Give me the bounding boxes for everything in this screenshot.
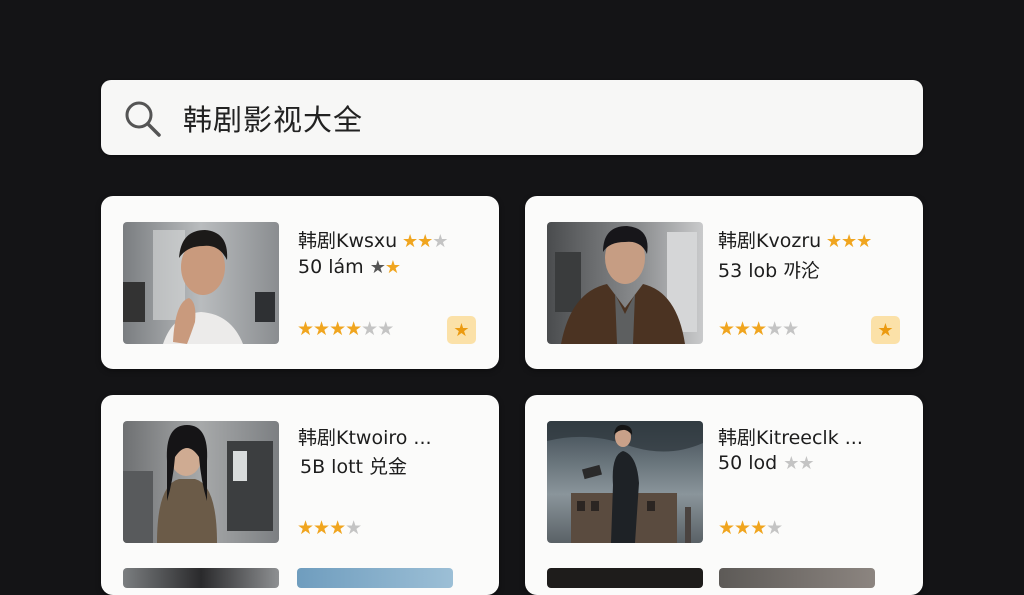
drama-card[interactable]: 韩剧Kwsxu ★★★ 50 lám ★★ ★★★★★★ ★: [101, 196, 499, 369]
drama-title[interactable]: 韩剧Kvozru ★★★: [718, 226, 872, 253]
drama-meta: 5B lott 兑金: [300, 456, 408, 478]
drama-meta: 50 lod ★★: [718, 452, 815, 474]
star-icon: ★★★: [825, 231, 872, 252]
star-rating: ★★★★★: [718, 318, 799, 340]
drama-thumbnail[interactable]: [547, 568, 703, 588]
favorite-star-icon[interactable]: ★: [447, 316, 476, 344]
drama-thumbnail[interactable]: [123, 222, 279, 344]
drama-thumbnail[interactable]: [719, 568, 875, 588]
drama-title[interactable]: 韩剧Kwsxu ★★★: [298, 226, 448, 253]
drama-thumbnail[interactable]: [297, 568, 453, 588]
star-icon: ★: [432, 231, 448, 252]
drama-title[interactable]: 韩剧Ktwoiro ...: [298, 423, 432, 450]
search-icon[interactable]: [122, 98, 164, 140]
star-rating: ★★★★: [718, 517, 783, 539]
drama-card[interactable]: 韩剧Ktwoiro ... 5B lott 兑金 ★★★★: [101, 395, 499, 595]
drama-thumbnail[interactable]: [123, 568, 279, 588]
star-icon: ★★: [783, 453, 814, 474]
drama-title[interactable]: 韩剧Kitreeclk ...: [718, 423, 863, 450]
star-icon: ★: [384, 257, 401, 278]
drama-card[interactable]: 韩剧Kitreeclk ... 50 lod ★★ ★★★★: [525, 395, 923, 595]
drama-meta: 53 lob 꺄沦: [718, 260, 820, 282]
drama-meta: 50 lám ★★: [298, 256, 401, 278]
drama-card[interactable]: 韩剧Kvozru ★★★ 53 lob 꺄沦 ★★★★★ ★: [525, 196, 923, 369]
favorite-star-icon[interactable]: ★: [871, 316, 900, 344]
star-rating: ★★★★★★: [297, 318, 394, 340]
star-rating: ★★★★: [297, 517, 362, 539]
star-icon: ★: [369, 257, 386, 278]
drama-thumbnail[interactable]: [547, 222, 703, 344]
star-icon: ★★: [401, 231, 433, 252]
search-input[interactable]: [183, 100, 883, 136]
drama-thumbnail[interactable]: [547, 421, 703, 543]
drama-thumbnail[interactable]: [123, 421, 279, 543]
